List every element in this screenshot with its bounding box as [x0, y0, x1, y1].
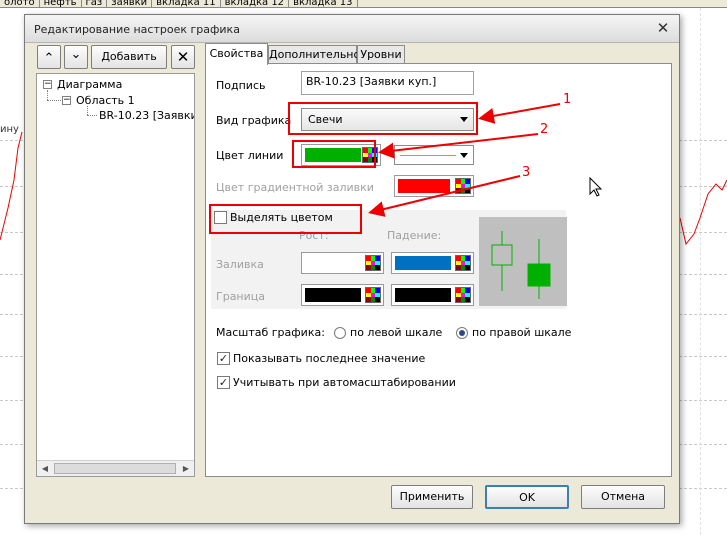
scale-left-label: по левой шкале [350, 326, 443, 339]
caption-label: Подпись [216, 79, 266, 92]
border-label: Граница [216, 290, 266, 303]
chart-settings-dialog: Редактирование настроек графика ✕ ⌃ ⌄ До… [24, 14, 680, 524]
chevron-down-icon [460, 153, 468, 158]
annotation-box-3 [209, 204, 362, 234]
rise-fill-picker[interactable] [301, 252, 384, 274]
annotation-number-3: 3 [522, 165, 531, 180]
scale-left-radio[interactable] [334, 327, 346, 339]
move-up-button[interactable]: ⌃ [37, 45, 61, 69]
dialog-titlebar[interactable]: Редактирование настроек графика ✕ [25, 15, 679, 43]
bg-tab[interactable]: газ [82, 0, 108, 7]
fall-border-swatch [395, 288, 451, 302]
bg-tab[interactable]: олото [0, 0, 40, 7]
annotation-number-1: 1 [563, 92, 572, 107]
palette-icon[interactable] [455, 255, 471, 271]
check-icon: ✓ [218, 352, 229, 365]
show-last-value-label: Показывать последнее значение [233, 352, 426, 365]
fall-fill-swatch [395, 256, 451, 270]
fall-fill-picker[interactable] [391, 252, 474, 274]
tree-connector [47, 100, 61, 101]
line-color-label: Цвет линии [216, 149, 284, 162]
annotation-box-1 [288, 102, 478, 135]
palette-icon[interactable] [455, 287, 471, 303]
add-button[interactable]: Добавить [91, 45, 167, 69]
check-icon: ✓ [218, 376, 229, 389]
tree-connector [87, 106, 88, 115]
bg-tab[interactable]: вкладка 13 [289, 0, 358, 7]
fill-label: Заливка [216, 258, 264, 271]
line-style-select[interactable] [394, 145, 474, 165]
cancel-button[interactable]: Отмена [581, 485, 665, 509]
bg-tab[interactable]: вкладка 11 [152, 0, 221, 7]
show-last-value-checkbox[interactable]: ✓ [217, 352, 230, 365]
line-style-preview [400, 155, 456, 156]
chevron-up-icon: ⌃ [43, 51, 55, 66]
palette-icon[interactable] [365, 255, 381, 271]
delete-button[interactable]: ✕ [171, 45, 195, 69]
candle-preview [479, 217, 567, 306]
tree-node-series[interactable]: BR-10.23 [Заявки к [99, 109, 194, 122]
scroll-thumb[interactable] [54, 463, 176, 474]
chart-type-label: Вид графика [216, 114, 292, 127]
tree-horizontal-scrollbar[interactable]: ◀ ▶ [37, 460, 194, 476]
ok-button[interactable]: OK [485, 485, 569, 509]
chevron-down-icon: ⌄ [70, 47, 82, 62]
tree-connector [87, 115, 97, 116]
bg-tab[interactable]: вкладка 12 [221, 0, 290, 7]
background-tab-strip: олото нефть газ заявки вкладка 11 вкладк… [0, 0, 727, 8]
tree-node-area[interactable]: Область 1 [76, 94, 135, 107]
gradient-color-label: Цвет градиентной заливки [216, 181, 374, 194]
collapse-icon[interactable]: − [43, 80, 52, 89]
series-tree[interactable]: − Диаграмма − Область 1 BR-10.23 [Заявки… [36, 73, 195, 477]
tab-properties[interactable]: Свойства [205, 43, 268, 65]
dialog-title: Редактирование настроек графика [34, 23, 240, 36]
collapse-icon[interactable]: − [62, 96, 71, 105]
palette-icon[interactable] [365, 287, 381, 303]
move-down-button[interactable]: ⌄ [64, 45, 88, 69]
close-icon[interactable]: ✕ [655, 20, 671, 36]
scroll-left-icon[interactable]: ◀ [37, 461, 53, 476]
palette-icon[interactable] [455, 178, 471, 194]
tree-node-diagram[interactable]: Диаграмма [57, 78, 122, 91]
annotation-number-2: 2 [540, 122, 549, 137]
autoscale-label: Учитывать при автомасштабировании [233, 376, 456, 389]
tab-advanced[interactable]: Дополнительно [268, 45, 360, 64]
autoscale-checkbox[interactable]: ✓ [217, 376, 230, 389]
fall-border-picker[interactable] [391, 284, 474, 306]
rise-border-picker[interactable] [301, 284, 384, 306]
fall-label: Падение: [387, 229, 442, 242]
gradient-color-picker[interactable] [394, 175, 474, 197]
caption-input[interactable]: BR-10.23 [Заявки куп.] [301, 71, 474, 95]
bg-tab[interactable]: заявки [107, 0, 153, 7]
candle-preview-icon [491, 231, 551, 299]
annotation-box-2 [292, 140, 376, 168]
tree-connector [47, 90, 48, 100]
scale-right-label: по правой шкале [472, 326, 572, 339]
scale-right-radio[interactable] [456, 327, 468, 339]
apply-button[interactable]: Применить [391, 485, 473, 509]
close-icon: ✕ [176, 48, 190, 66]
rise-border-swatch [305, 288, 361, 302]
scale-label: Масштаб графика: [216, 326, 325, 339]
bg-tab[interactable]: нефть [40, 0, 82, 7]
rise-fill-swatch [305, 256, 361, 270]
gradient-color-swatch [398, 179, 450, 193]
scroll-right-icon[interactable]: ▶ [178, 461, 194, 476]
tab-levels[interactable]: Уровни [357, 45, 405, 64]
